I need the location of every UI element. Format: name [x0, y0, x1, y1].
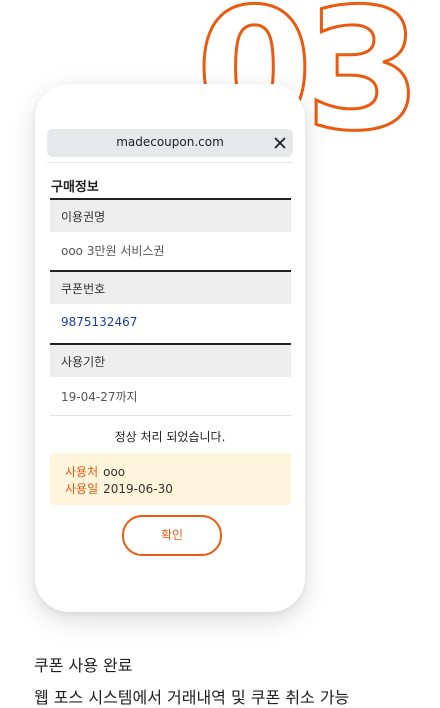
- usage-date-row: 사용일 2019-06-30: [65, 480, 173, 497]
- coupon-number-link[interactable]: 9875132467: [61, 315, 137, 329]
- confirm-button[interactable]: 확인: [122, 515, 222, 556]
- divider: [47, 162, 293, 163]
- caption-title: 쿠폰 사용 완료: [34, 656, 133, 675]
- field-header-coupon-number: 쿠폰번호: [50, 270, 291, 304]
- usage-info-box: 사용처 ooo 사용일 2019-06-30: [50, 453, 291, 505]
- field-header-expiry: 사용기한: [50, 343, 291, 377]
- usage-date-value: 2019-06-30: [103, 482, 173, 496]
- field-value-expiry: 19-04-27까지: [61, 390, 138, 404]
- caption-description: 웹 포스 시스템에서 거래내역 및 쿠폰 취소 가능: [34, 688, 350, 707]
- usage-date-label: 사용일: [65, 482, 99, 496]
- phone-mockup: madecoupon.com 구매정보 이용권명 ooo 3만원 서비스권 쿠폰…: [35, 84, 305, 612]
- field-label: 사용기한: [61, 355, 106, 369]
- divider: [50, 415, 291, 416]
- status-message: 정상 처리 되었습니다.: [114, 430, 226, 444]
- section-title: 구매정보: [51, 180, 99, 195]
- close-icon[interactable]: [273, 136, 287, 150]
- url-text: madecoupon.com: [116, 135, 224, 149]
- browser-url-bar[interactable]: madecoupon.com: [47, 129, 293, 157]
- usage-place-row: 사용처 ooo: [65, 463, 125, 480]
- field-header-ticket-name: 이용권명: [50, 198, 291, 232]
- field-label: 이용권명: [61, 210, 106, 224]
- field-value-ticket-name: ooo 3만원 서비스권: [61, 244, 165, 258]
- field-label: 쿠폰번호: [61, 282, 106, 296]
- usage-place-label: 사용처: [65, 465, 99, 479]
- usage-place-value: ooo: [103, 465, 126, 479]
